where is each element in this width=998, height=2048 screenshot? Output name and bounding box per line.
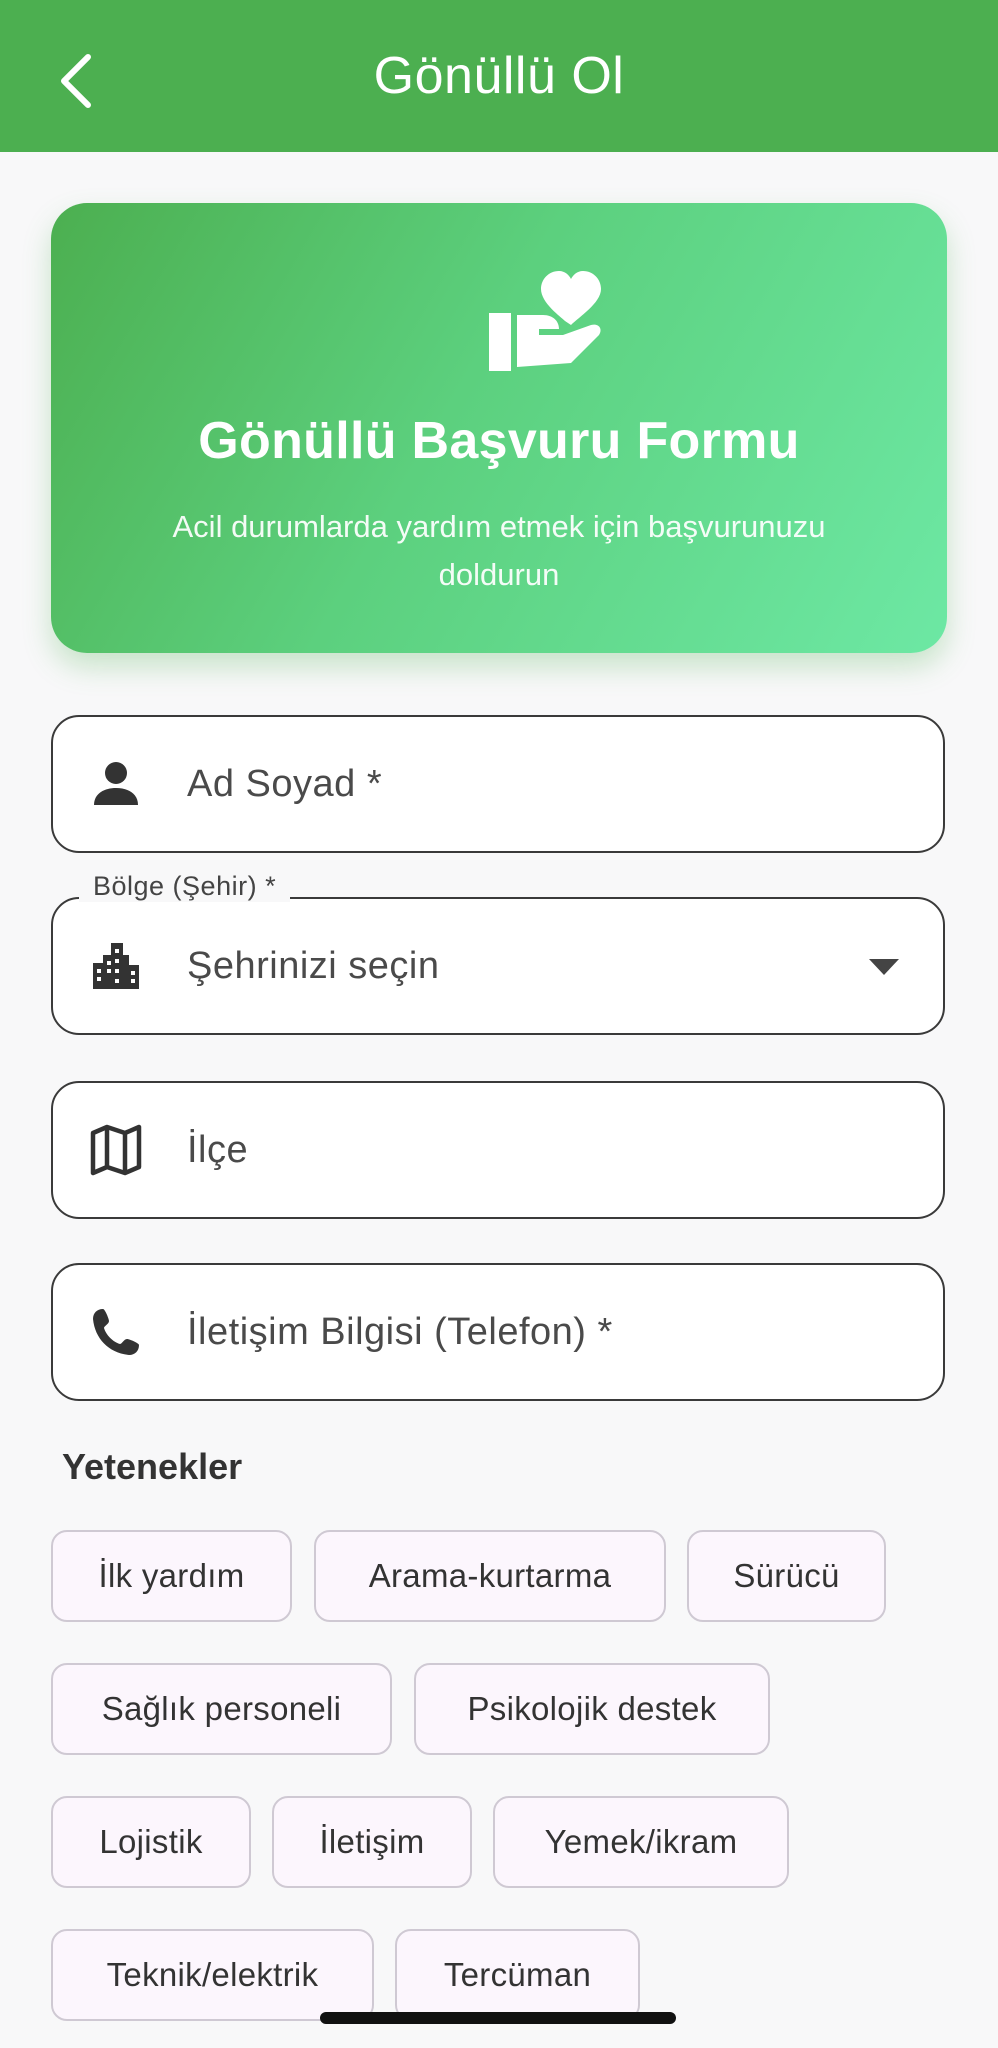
phone-placeholder: İletişim Bilgisi (Telefon) * [187,1310,613,1353]
city-dropdown[interactable]: Bölge (Şehir) * Şehrinizi seçin [51,871,945,1035]
skill-chip[interactable]: Psikolojik destek [414,1663,770,1755]
skill-chip[interactable]: Sürücü [687,1530,886,1622]
skill-chip[interactable]: Yemek/ikram [493,1796,789,1888]
map-icon [90,1124,142,1176]
app-bar: Gönüllü Ol [0,0,998,152]
city-icon [93,943,139,989]
city-placeholder: Şehrinizi seçin [187,944,440,987]
home-indicator [320,2012,676,2024]
page-title: Gönüllü Ol [373,47,625,105]
skill-chip[interactable]: İlk yardım [51,1530,292,1622]
skill-chip[interactable]: Teknik/elektrik [51,1929,374,2021]
skill-chip[interactable]: Tercüman [395,1929,640,2021]
person-icon [94,762,138,805]
dropdown-arrow-icon [869,959,899,975]
phone-icon [93,1309,139,1355]
hero-subtitle: Acil durumlarda yardım etmek için başvur… [172,509,826,592]
city-label: Bölge (Şehir) * [79,871,291,902]
hero-card: Gönüllü Başvuru Formu Acil durumlarda ya… [51,203,947,653]
name-placeholder: Ad Soyad * [187,762,383,805]
skill-chip[interactable]: İletişim [272,1796,472,1888]
skill-chip[interactable]: Lojistik [51,1796,251,1888]
skill-chip[interactable]: Sağlık personeli [51,1663,392,1755]
hero-title: Gönüllü Başvuru Formu [198,412,800,470]
volunteer-heart-hand-icon [489,271,601,371]
district-placeholder: İlçe [187,1128,249,1171]
skill-chip[interactable]: Arama-kurtarma [314,1530,666,1622]
district-field[interactable]: İlçe [51,1081,945,1219]
name-field[interactable]: Ad Soyad * [51,715,945,853]
skills-title: Yetenekler [62,1446,243,1487]
phone-field[interactable]: İletişim Bilgisi (Telefon) * [51,1263,945,1401]
